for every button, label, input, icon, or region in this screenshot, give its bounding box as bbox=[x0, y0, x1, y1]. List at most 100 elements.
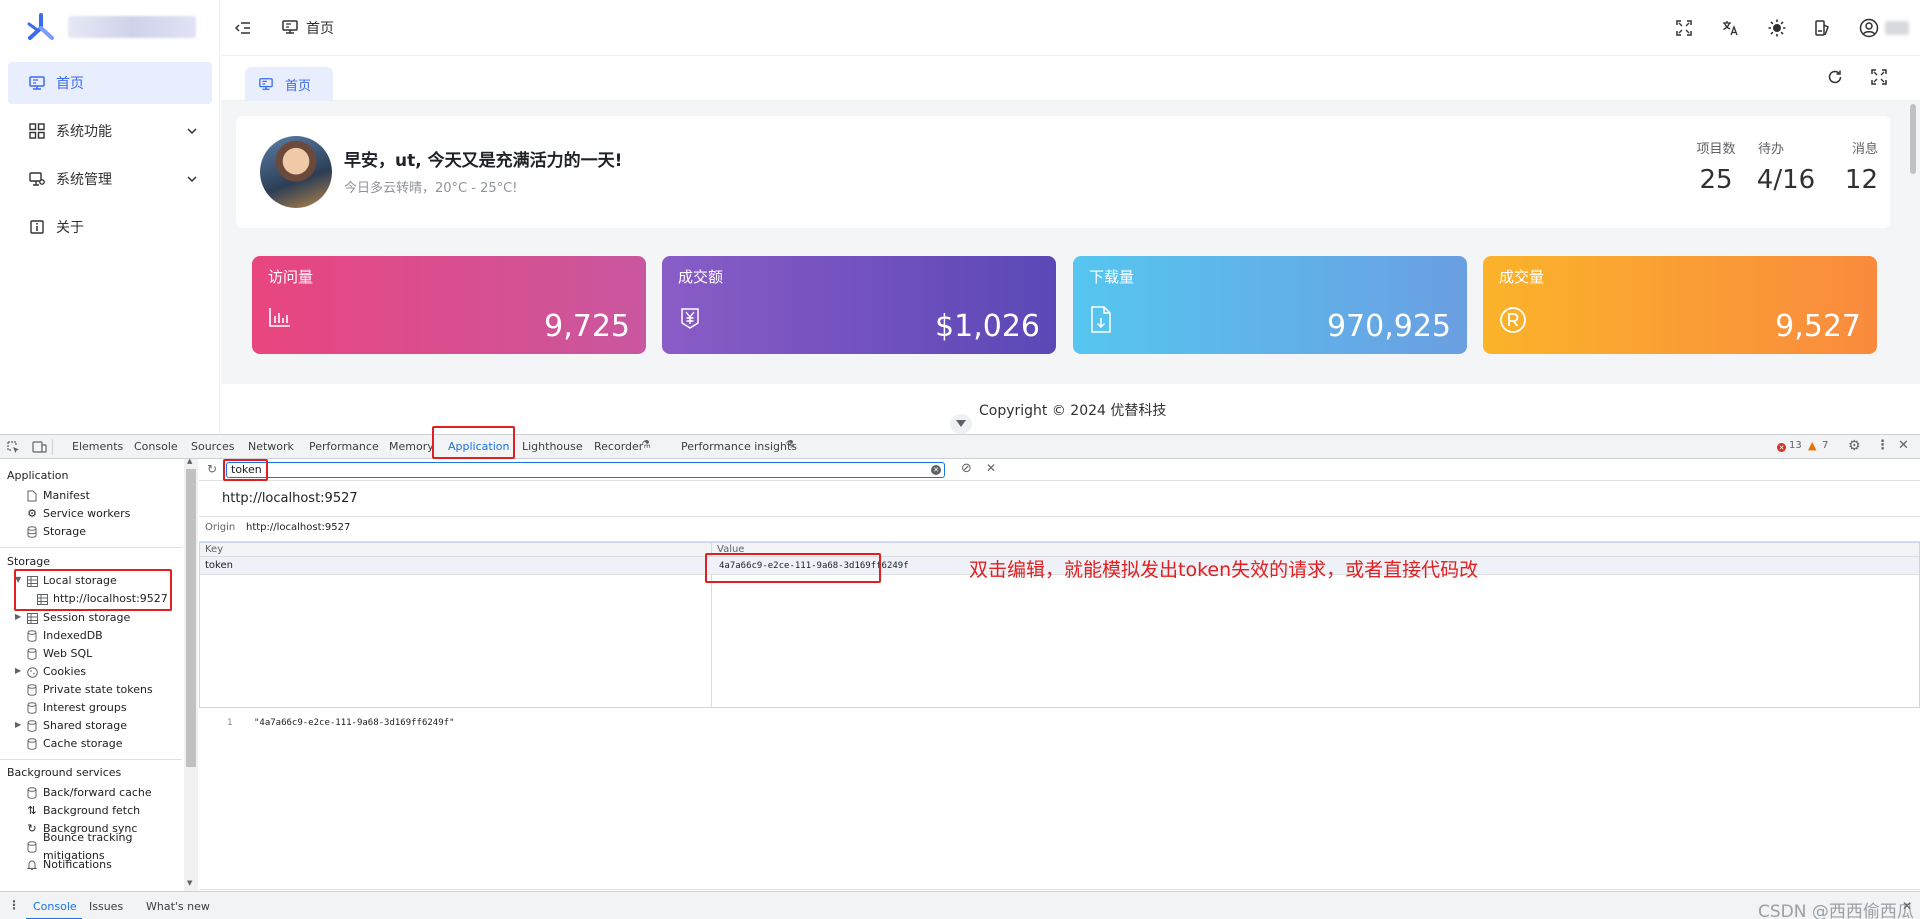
column-key[interactable]: Key bbox=[205, 544, 223, 555]
card-value: 970,925 bbox=[1326, 309, 1451, 344]
card-title: 下载量 bbox=[1089, 268, 1135, 286]
origin-label: Origin bbox=[205, 522, 236, 533]
sidebar-private-state-tokens[interactable]: Private state tokens bbox=[26, 681, 153, 699]
expand-arrow-icon[interactable]: ▶ bbox=[15, 612, 21, 621]
close-devtools-icon[interactable]: ✕ bbox=[1898, 438, 1909, 453]
download-file-icon bbox=[1089, 306, 1113, 334]
stat-label: 待办 bbox=[1758, 142, 1785, 157]
database-icon bbox=[26, 787, 38, 799]
sidebar-shared-storage[interactable]: Shared storage bbox=[26, 717, 127, 735]
sidebar-item-home[interactable]: 首页 bbox=[8, 62, 212, 104]
sidebar-manifest[interactable]: Manifest bbox=[26, 487, 90, 505]
sidebar-web-sql[interactable]: Web SQL bbox=[26, 645, 92, 663]
sidebar-scrollbar-thumb[interactable] bbox=[186, 469, 196, 767]
fullscreen-icon[interactable] bbox=[1676, 20, 1692, 36]
sidebar-label: Background fetch bbox=[43, 804, 141, 817]
scroll-up-arrow-icon[interactable]: ▲ bbox=[187, 457, 192, 465]
more-options-icon[interactable]: ⋮ bbox=[1876, 438, 1889, 453]
translate-icon[interactable] bbox=[1722, 20, 1739, 36]
monitor-icon bbox=[282, 19, 298, 35]
sidebar-bounce-tracking[interactable]: Bounce tracking mitigations bbox=[26, 831, 197, 862]
database-icon bbox=[26, 526, 38, 538]
sidebar-service-workers[interactable]: ⚙ Service workers bbox=[26, 505, 130, 523]
sidebar-item-system-functions[interactable]: 系统功能 bbox=[8, 110, 212, 152]
stat-projects: 项目数 25 bbox=[1686, 138, 1746, 195]
scroll-down-arrow-icon[interactable]: ▼ bbox=[187, 879, 192, 887]
devtools-tab-network[interactable]: Network bbox=[248, 435, 294, 459]
page-scrollbar[interactable] bbox=[1910, 104, 1916, 174]
avatar[interactable] bbox=[260, 136, 332, 208]
device-toolbar-icon[interactable] bbox=[32, 440, 47, 454]
sidebar-item-about[interactable]: 关于 bbox=[8, 206, 212, 248]
clear-all-icon[interactable]: ⊘ bbox=[961, 461, 972, 476]
close-drawer-icon[interactable]: ✕ bbox=[1902, 899, 1912, 913]
monitor-icon bbox=[259, 77, 273, 91]
stat-card-deals[interactable]: 成交量 9,527 bbox=[1483, 256, 1877, 354]
drawer-tab-whats-new[interactable]: What's new bbox=[146, 900, 210, 913]
filter-input[interactable]: token bbox=[226, 462, 945, 478]
devtools-tab-performance[interactable]: Performance bbox=[309, 435, 379, 459]
stat-card-downloads[interactable]: 下载量 970,925 bbox=[1073, 256, 1467, 354]
sidebar-cookies[interactable]: Cookies bbox=[26, 663, 86, 681]
database-icon bbox=[26, 630, 38, 642]
sidebar-storage[interactable]: Storage bbox=[26, 523, 86, 541]
sidebar-indexeddb[interactable]: IndexedDB bbox=[26, 627, 103, 645]
sidebar-notifications[interactable]: Notifications bbox=[26, 856, 112, 874]
devtools-tab-elements[interactable]: Elements bbox=[72, 435, 123, 459]
error-count[interactable]: 13 bbox=[1789, 440, 1802, 451]
collapse-menu-icon[interactable] bbox=[235, 20, 251, 36]
yen-icon bbox=[678, 306, 702, 330]
devtools-tab-sources[interactable]: Sources bbox=[191, 435, 235, 459]
drawer-tab-issues[interactable]: Issues bbox=[89, 900, 123, 913]
app-logo[interactable] bbox=[24, 12, 60, 44]
stat-card-revenue[interactable]: 成交额 $1,026 bbox=[662, 256, 1056, 354]
sidebar-item-system-management[interactable]: 系统管理 bbox=[8, 158, 212, 200]
tabs-bar: 首页 bbox=[221, 57, 1920, 101]
sidebar-item-label: 系统管理 bbox=[56, 172, 112, 188]
tab-fullscreen-icon[interactable] bbox=[1871, 69, 1887, 85]
tab-home[interactable]: 首页 bbox=[245, 67, 333, 101]
sidebar-background-fetch[interactable]: ⇅ Background fetch bbox=[26, 802, 140, 820]
refresh-icon[interactable]: ↻ bbox=[207, 462, 217, 476]
sidebar-session-storage[interactable]: Session storage bbox=[26, 609, 130, 627]
devtools-tab-recorder[interactable]: Recorder bbox=[594, 435, 643, 459]
chevron-down-icon bbox=[186, 173, 198, 185]
delete-selected-icon[interactable]: ✕ bbox=[986, 461, 996, 475]
sidebar-back-forward-cache[interactable]: Back/forward cache bbox=[26, 784, 152, 802]
inspect-icon[interactable] bbox=[7, 441, 20, 454]
welcome-card: 早安，ut, 今天又是充满活力的一天! 今日多云转晴，20°C - 25°C! … bbox=[236, 116, 1890, 228]
monitor-icon bbox=[28, 74, 46, 92]
settings-gear-icon[interactable]: ⚙ bbox=[1848, 438, 1861, 454]
weather-text: 今日多云转晴，20°C - 25°C! bbox=[344, 181, 518, 196]
drawer-menu-icon[interactable]: ⋮ bbox=[8, 898, 20, 912]
registered-icon bbox=[1499, 306, 1527, 334]
sidebar-label: Notifications bbox=[43, 858, 112, 871]
devtools-tab-memory[interactable]: Memory bbox=[389, 435, 434, 459]
sun-icon[interactable] bbox=[1768, 19, 1786, 37]
sidebar-interest-groups[interactable]: Interest groups bbox=[26, 699, 127, 717]
sidebar-cache-storage[interactable]: Cache storage bbox=[26, 735, 123, 753]
warning-count[interactable]: 7 bbox=[1822, 440, 1828, 451]
grid-icon bbox=[28, 122, 46, 140]
expand-arrow-icon[interactable]: ▶ bbox=[15, 666, 21, 675]
breadcrumb[interactable]: 首页 bbox=[306, 18, 334, 38]
scroll-down-icon[interactable] bbox=[950, 414, 972, 434]
devtools-tab-lighthouse[interactable]: Lighthouse bbox=[522, 435, 583, 459]
table-icon bbox=[26, 612, 38, 624]
stat-value: 4/16 bbox=[1756, 165, 1816, 195]
devtools-tab-console[interactable]: Console bbox=[134, 435, 178, 459]
expand-arrow-icon[interactable]: ▶ bbox=[15, 720, 21, 729]
refresh-icon[interactable] bbox=[1827, 69, 1843, 85]
row-key[interactable]: token bbox=[205, 560, 233, 571]
stat-value: 25 bbox=[1699, 165, 1733, 195]
drawer-tab-console[interactable]: Console bbox=[33, 900, 77, 913]
sidebar-item-label: 系统功能 bbox=[56, 124, 112, 140]
devtools-tab-performance-insights[interactable]: Performance insights bbox=[681, 435, 797, 459]
preview-value[interactable]: "4a7a66c9-e2ce-111-9a68-3d169ff6249f" bbox=[254, 718, 454, 728]
theme-icon[interactable] bbox=[1814, 20, 1830, 36]
sync-icon: ↻ bbox=[27, 822, 37, 835]
username-blurred bbox=[1885, 21, 1909, 35]
user-icon[interactable] bbox=[1859, 18, 1879, 38]
stat-card-visits[interactable]: 访问量 9,725 bbox=[252, 256, 646, 354]
clear-filter-icon[interactable]: ✕ bbox=[931, 465, 941, 475]
